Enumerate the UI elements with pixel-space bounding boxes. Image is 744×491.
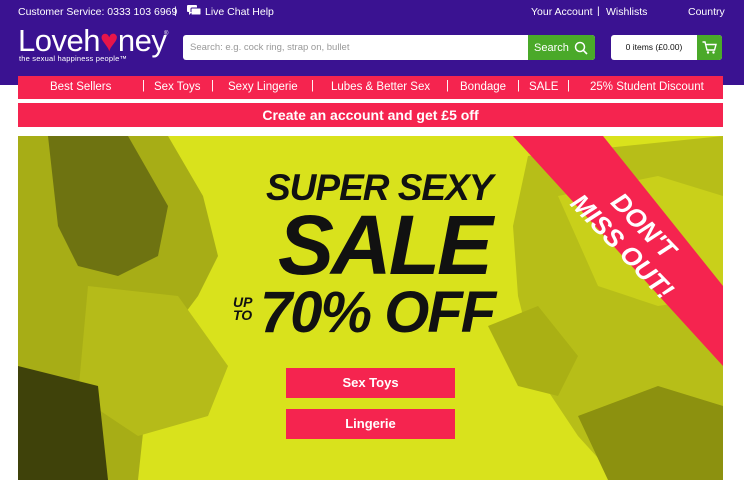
search-bar: Search xyxy=(183,35,595,60)
site-header: Customer Service: 0333 103 6969 | Live C… xyxy=(0,0,744,85)
logo-word-start: Loveh xyxy=(18,23,100,58)
nav-item-sex-toys[interactable]: Sex Toys xyxy=(154,81,200,93)
chat-icon[interactable] xyxy=(187,5,201,16)
nav-separator: | xyxy=(567,80,570,92)
nav-separator: | xyxy=(517,80,520,92)
sex-toys-button[interactable]: Sex Toys xyxy=(286,368,455,398)
headline-to: TO xyxy=(233,307,253,323)
sale-hero-banner[interactable]: DON'T MISS OUT! SUPER SEXY SALE UP TO 70… xyxy=(18,136,723,480)
nav-separator: | xyxy=(142,80,145,92)
customer-service-text: Customer Service: 0333 103 6969 xyxy=(18,6,178,18)
registered-mark: ® xyxy=(164,31,169,37)
your-account-link[interactable]: Your Account xyxy=(531,6,593,18)
logo-word-end: ney xyxy=(117,23,167,58)
create-account-banner[interactable]: Create an account and get £5 off xyxy=(18,103,723,127)
basket[interactable]: 0 items (£0.00) xyxy=(611,35,722,60)
nav-separator: | xyxy=(311,80,314,92)
top-bar: Customer Service: 0333 103 6969 | Live C… xyxy=(0,0,744,25)
country-selector[interactable]: Country xyxy=(688,6,725,18)
headline-discount: 70% OFF xyxy=(260,280,496,345)
heart-icon: ♥ xyxy=(99,23,118,58)
nav-item-best-sellers[interactable]: Best Sellers xyxy=(50,81,111,93)
headline-sale: SALE xyxy=(278,198,493,292)
search-input[interactable] xyxy=(183,35,528,60)
lovehoney-logo[interactable]: Loveh♥ney ® the sexual happiness people™ xyxy=(18,25,178,65)
nav-item-student-discount[interactable]: 25% Student Discount xyxy=(590,81,704,93)
logo-tagline: the sexual happiness people™ xyxy=(19,54,128,63)
topbar-separator: | xyxy=(597,5,600,17)
search-button[interactable]: Search xyxy=(528,35,595,60)
wishlists-link[interactable]: Wishlists xyxy=(606,6,647,18)
search-button-label: Search xyxy=(534,41,569,54)
search-icon xyxy=(574,41,588,55)
nav-item-sale[interactable]: SALE xyxy=(529,81,558,93)
nav-item-sexy-lingerie[interactable]: Sexy Lingerie xyxy=(228,81,298,93)
nav-separator: | xyxy=(211,80,214,92)
topbar-separator: | xyxy=(174,5,177,17)
lingerie-button[interactable]: Lingerie xyxy=(286,409,455,439)
nav-separator: | xyxy=(446,80,449,92)
main-navigation: Best Sellers | Sex Toys | Sexy Lingerie … xyxy=(18,76,723,99)
basket-summary[interactable]: 0 items (£0.00) xyxy=(611,35,697,60)
nav-item-lubes[interactable]: Lubes & Better Sex xyxy=(331,81,430,93)
headline-up-to: UP TO xyxy=(233,295,253,323)
live-chat-link[interactable]: Live Chat Help xyxy=(205,6,274,18)
logo-wordmark: Loveh♥ney xyxy=(18,23,167,58)
basket-button[interactable] xyxy=(697,35,722,60)
nav-item-bondage[interactable]: Bondage xyxy=(460,81,506,93)
cart-icon xyxy=(702,41,717,54)
